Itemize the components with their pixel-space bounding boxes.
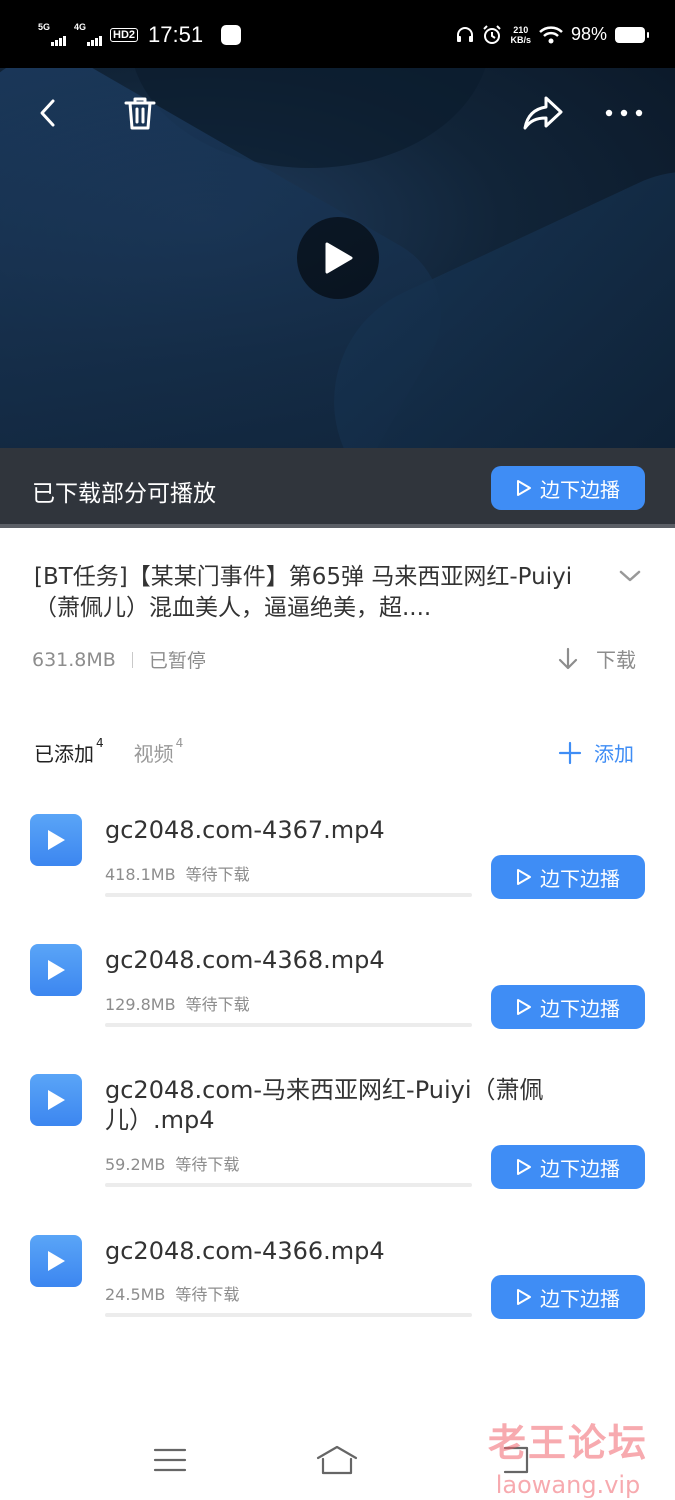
- play-outline-icon: [517, 999, 531, 1015]
- home-nav-button[interactable]: [315, 1440, 359, 1480]
- play-outline-icon: [517, 1159, 531, 1175]
- file-name: gc2048.com-4366.mp4: [105, 1237, 385, 1265]
- alarm-icon: [483, 24, 502, 44]
- play-icon: [48, 1090, 65, 1110]
- app-notification-icon: [221, 25, 242, 45]
- more-dots-icon: [605, 109, 643, 117]
- task-status: 已暂停: [148, 650, 206, 672]
- video-file-icon: [30, 1074, 82, 1126]
- share-icon: [523, 96, 563, 130]
- video-player[interactable]: [0, 68, 675, 448]
- tab-video-label: 视频: [133, 742, 174, 766]
- battery-icon: [615, 26, 649, 43]
- share-button[interactable]: [520, 93, 566, 133]
- speed-value: 210: [513, 24, 529, 35]
- task-title: [BT任务]【某某门事件】第65弹 马来西亚网红-Puiyi（萧佩儿）混血美人，…: [34, 564, 573, 621]
- back-arrow-icon: [40, 99, 55, 127]
- task-meta: 631.8MB 已暂停: [32, 646, 206, 673]
- play-icon: [48, 830, 65, 850]
- file-name: gc2048.com-4367.mp4: [105, 816, 385, 844]
- tab-video[interactable]: 视频 4: [133, 736, 184, 767]
- hd-voice-icon: HD2: [110, 28, 139, 42]
- file-status: 等待下载: [175, 1155, 240, 1174]
- file-stream-button[interactable]: 边下边播: [491, 1145, 645, 1189]
- file-status: 等待下载: [185, 995, 250, 1014]
- file-stream-button[interactable]: 边下边播: [491, 1275, 645, 1319]
- file-stream-label: 边下边播: [540, 996, 620, 1021]
- file-name: gc2048.com-马来西亚网红-Puiyi（萧佩儿）.mp4: [105, 1076, 544, 1134]
- plus-icon: [558, 741, 582, 764]
- trash-icon: [124, 97, 156, 130]
- sim1-label: 5G: [38, 22, 51, 32]
- download-button[interactable]: 下载: [556, 644, 636, 673]
- file-meta: 418.1MB 等待下载: [105, 861, 250, 885]
- play-outline-icon: [517, 869, 531, 885]
- video-file-icon: [30, 944, 82, 996]
- play-button[interactable]: [297, 217, 379, 299]
- net-speed: 210 KB/s: [510, 25, 531, 45]
- file-stream-button[interactable]: 边下边播: [491, 985, 645, 1029]
- file-meta: 59.2MB 等待下载: [105, 1151, 239, 1175]
- file-progress-bar: [105, 1183, 472, 1187]
- more-button[interactable]: [604, 93, 644, 133]
- signal-4g-icon: 4G: [74, 22, 102, 48]
- file-stream-button[interactable]: 边下边播: [491, 855, 645, 899]
- file-size: 59.2MB: [105, 1155, 166, 1174]
- video-file-icon: [30, 1235, 82, 1287]
- play-icon: [48, 960, 65, 980]
- sim2-label: 4G: [74, 22, 87, 32]
- wifi-icon: [539, 25, 563, 43]
- status-bar: 5G 4G HD2 17:51 210 KB/s 98%: [0, 0, 675, 68]
- battery-percent: 98%: [570, 24, 607, 44]
- video-file-icon: [30, 814, 82, 866]
- file-tabs: 已添加 4 视频 4: [34, 736, 184, 767]
- play-outline-icon: [517, 1289, 531, 1305]
- tab-added-label: 已添加: [34, 742, 94, 766]
- file-progress-bar: [105, 893, 472, 897]
- file-stream-label: 边下边播: [540, 1156, 620, 1181]
- menu-icon: [153, 1448, 187, 1472]
- speed-unit: KB/s: [510, 34, 531, 45]
- play-outline-icon: [517, 480, 531, 496]
- watermark: 老王论坛 laowang.vip: [488, 1412, 648, 1499]
- clock: 17:51: [148, 22, 204, 47]
- add-label: 添加: [594, 742, 634, 766]
- file-status: 等待下载: [175, 1285, 240, 1304]
- download-arrow-icon: [558, 647, 578, 669]
- download-label: 下载: [596, 648, 636, 672]
- home-icon: [316, 1445, 358, 1475]
- stream-play-label: 边下边播: [540, 477, 620, 502]
- add-button[interactable]: 添加: [558, 738, 634, 767]
- partial-playable-bar: 已下载部分可播放 边下边播: [0, 448, 675, 528]
- back-button[interactable]: [28, 93, 68, 133]
- signal-5g-icon: 5G: [38, 22, 66, 48]
- file-size: 418.1MB: [105, 865, 176, 884]
- task-size: 631.8MB: [32, 648, 116, 671]
- file-progress-bar: [105, 1023, 472, 1027]
- file-size: 24.5MB: [105, 1285, 166, 1304]
- file-name: gc2048.com-4368.mp4: [105, 946, 385, 974]
- file-stream-label: 边下边播: [540, 866, 620, 891]
- delete-button[interactable]: [120, 93, 160, 133]
- file-progress-bar: [105, 1313, 472, 1317]
- tab-added[interactable]: 已添加 4: [34, 736, 104, 767]
- chevron-down-icon[interactable]: [618, 568, 642, 584]
- tab-added-count: 4: [96, 736, 104, 750]
- file-meta: 24.5MB 等待下载: [105, 1281, 239, 1305]
- tab-video-count: 4: [175, 736, 184, 750]
- headphones-icon: [457, 26, 474, 42]
- play-icon: [48, 1251, 65, 1271]
- file-status: 等待下载: [185, 865, 250, 884]
- file-size: 129.8MB: [105, 995, 176, 1014]
- watermark-en: laowang.vip: [495, 1471, 641, 1499]
- stream-play-button[interactable]: 边下边播: [491, 466, 645, 510]
- menu-nav-button[interactable]: [148, 1440, 192, 1480]
- partial-playable-text: 已下载部分可播放: [32, 481, 216, 507]
- play-icon: [325, 242, 353, 274]
- watermark-cn: 老王论坛: [488, 1421, 649, 1465]
- file-stream-label: 边下边播: [540, 1286, 620, 1311]
- file-meta: 129.8MB 等待下载: [105, 991, 250, 1015]
